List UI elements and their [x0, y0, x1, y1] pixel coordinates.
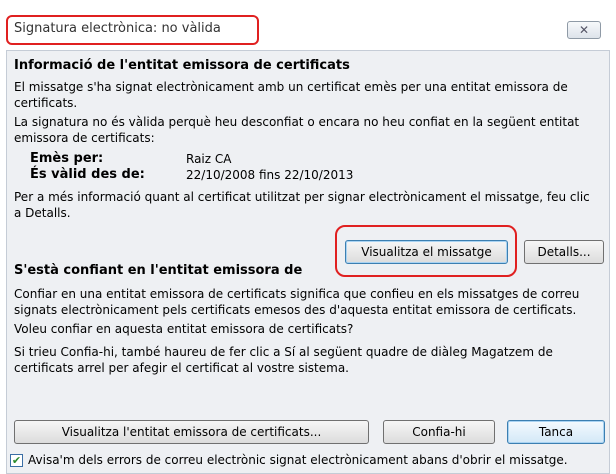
trust-button[interactable]: Confia-hi	[383, 420, 495, 444]
dialog-panel	[6, 50, 610, 474]
close-glyph: ✕	[578, 23, 590, 37]
issued-by-label: Emès per:	[30, 151, 104, 166]
warn-checkbox[interactable]: ✔	[10, 454, 23, 467]
close-icon[interactable]: ✕	[567, 21, 601, 39]
trust-note-1: Si trieu Confia-hi, també haureu de fer …	[14, 345, 553, 359]
more-info-line-2: a Detalls.	[14, 206, 71, 220]
valid-from-label: És vàlid des de:	[30, 167, 145, 182]
issuer-heading: Informació de l'entitat emissora de cert…	[14, 58, 350, 73]
trust-line-1: Confiar en una entitat emissora de certi…	[14, 287, 580, 301]
trust-note-2: certificats arrel per afegir el certific…	[14, 361, 349, 375]
trust-question: Voleu confiar en aquesta entitat emissor…	[14, 322, 354, 336]
details-button[interactable]: Detalls...	[524, 240, 604, 264]
view-issuer-button[interactable]: Visualitza l'entitat emissora de certifi…	[14, 420, 369, 444]
window-title: Signatura electrònica: no vàlida	[14, 21, 221, 36]
view-message-button[interactable]: Visualitza el missatge	[345, 240, 508, 264]
trust-line-2: signats electrònicament pels certificats…	[14, 303, 577, 317]
valid-from-value: 22/10/2008 fins 22/10/2013	[186, 168, 354, 182]
issued-by-value: Raiz CA	[186, 152, 232, 166]
issuer-line-1: El missatge s'ha signat electrònicament …	[14, 80, 568, 94]
warn-checkbox-label[interactable]: Avisa'm dels errors de correu electrònic…	[28, 453, 568, 467]
check-icon: ✔	[11, 454, 22, 467]
issuer-line-3: La signatura no és vàlida perquè heu des…	[14, 115, 580, 129]
more-info-line-1: Per a més informació quant al certificat…	[14, 190, 590, 204]
close-button[interactable]: Tanca	[507, 420, 605, 444]
trust-heading: S'està confiant en l'entitat emissora de	[14, 263, 303, 278]
issuer-line-4: emissora de certificats:	[14, 131, 155, 145]
issuer-line-2: certificats.	[14, 96, 78, 110]
